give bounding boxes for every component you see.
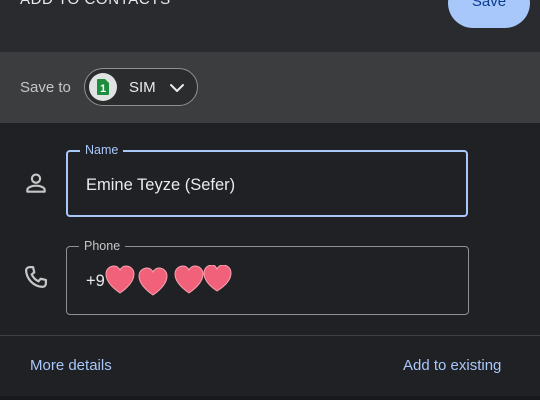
- sim-card-icon: 1: [89, 73, 117, 101]
- account-selector[interactable]: 1 SIM: [84, 68, 198, 106]
- bottom-edge: [0, 396, 540, 400]
- dialog-title: ADD TO CONTACTS: [20, 0, 171, 8]
- name-field-label: Name: [80, 142, 124, 158]
- phone-field[interactable]: Phone +9: [66, 238, 469, 315]
- name-input[interactable]: Emine Teyze (Sefer): [86, 176, 235, 195]
- dialog-header: ADD TO CONTACTS Save: [0, 0, 540, 52]
- add-contact-dialog: ADD TO CONTACTS Save Save to 1 SIM: [0, 0, 540, 400]
- save-button[interactable]: Save: [448, 0, 530, 28]
- person-icon: [23, 170, 49, 201]
- account-label: SIM: [129, 79, 156, 96]
- sim-avatar-text: 1: [100, 83, 106, 95]
- phone-input[interactable]: +9: [86, 272, 105, 291]
- phone-icon: [22, 263, 50, 296]
- heart-redaction-icon: [105, 264, 235, 302]
- divider: [0, 335, 540, 336]
- add-to-existing-link[interactable]: Add to existing: [403, 357, 501, 374]
- more-details-link[interactable]: More details: [30, 357, 112, 374]
- save-to-label: Save to: [20, 79, 71, 96]
- save-to-row: Save to 1 SIM: [0, 52, 540, 123]
- name-field[interactable]: Name Emine Teyze (Sefer): [66, 142, 468, 217]
- phone-field-label: Phone: [79, 238, 126, 254]
- chevron-down-icon: [169, 81, 185, 99]
